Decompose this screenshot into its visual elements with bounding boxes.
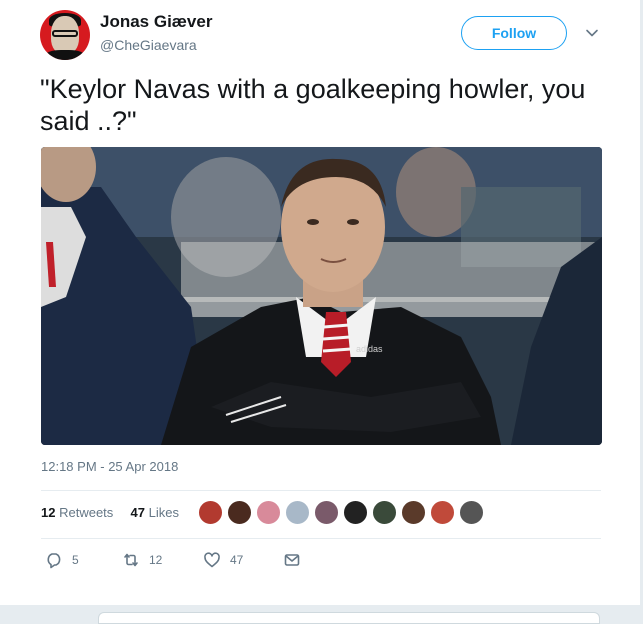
avatar[interactable] <box>343 500 368 525</box>
avatar[interactable] <box>401 500 426 525</box>
likes-stat[interactable]: 47 Likes <box>131 505 179 520</box>
tweet-text: "Keylor Navas with a goalkeeping howler,… <box>40 74 586 136</box>
follow-button[interactable]: Follow <box>461 16 567 50</box>
chevron-down-icon[interactable] <box>585 26 599 40</box>
svg-text:adidas: adidas <box>356 344 383 354</box>
next-card-edge <box>98 612 600 624</box>
avatar[interactable] <box>40 10 90 60</box>
reply-count: 5 <box>72 553 79 567</box>
message-icon <box>284 554 300 566</box>
avatar[interactable] <box>459 500 484 525</box>
avatar[interactable] <box>198 500 223 525</box>
reply-icon <box>47 553 61 569</box>
tweet-card: Jonas Giæver @CheGiaevara Follow "Keylor… <box>0 0 641 605</box>
engagement-stats: 12 Retweets 47 Likes <box>41 505 179 520</box>
tweet-photo[interactable]: adidas <box>41 147 602 445</box>
reply-button[interactable]: 5 <box>45 551 79 569</box>
like-count: 47 <box>230 553 244 567</box>
tweet-timestamp[interactable]: 12:18 PM - 25 Apr 2018 <box>41 459 178 474</box>
avatar[interactable] <box>314 500 339 525</box>
divider <box>41 538 601 539</box>
avatar[interactable] <box>227 500 252 525</box>
photo-illustration: adidas <box>41 147 602 445</box>
avatar[interactable] <box>372 500 397 525</box>
retweets-stat[interactable]: 12 Retweets <box>41 505 113 520</box>
avatar[interactable] <box>285 500 310 525</box>
like-button[interactable]: 47 <box>203 551 243 569</box>
direct-message-button[interactable] <box>283 551 310 569</box>
user-handle[interactable]: @CheGiaevara <box>100 37 197 53</box>
divider <box>41 490 601 491</box>
retweet-button[interactable]: 12 <box>122 551 162 569</box>
user-name[interactable]: Jonas Giæver <box>100 12 212 32</box>
retweet-count: 12 <box>149 553 163 567</box>
retweet-icon <box>124 553 138 567</box>
avatar[interactable] <box>430 500 455 525</box>
avatar[interactable] <box>256 500 281 525</box>
heart-icon <box>204 552 220 568</box>
